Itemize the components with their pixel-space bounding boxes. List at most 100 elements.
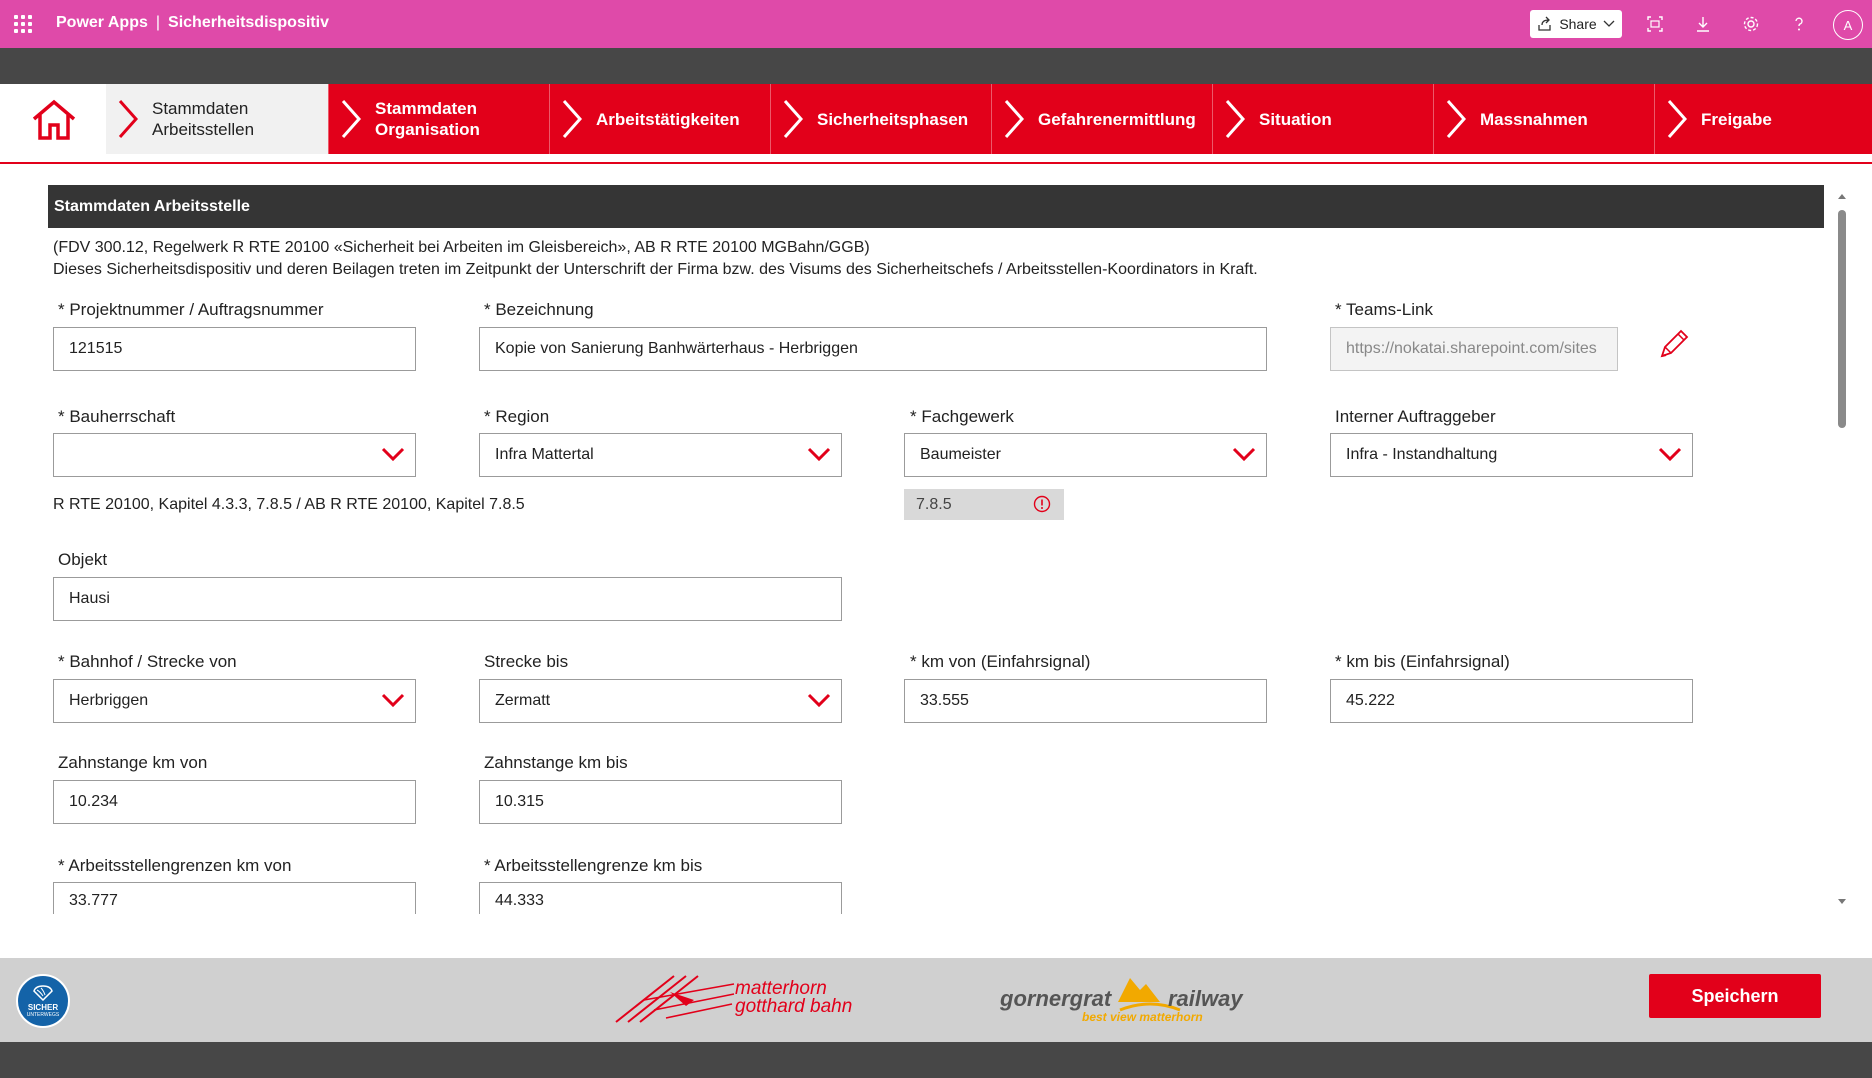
app-document-title: Sicherheitsdispositiv (168, 14, 329, 31)
tab-label: Gefahrenermittlung (1038, 109, 1196, 129)
arbeitsstellengrenze-bis-label: * Arbeitsstellengrenze km bis (484, 856, 703, 875)
zahnstange-von-input[interactable]: 10.234 (53, 780, 416, 824)
tab-gefahrenermittlung[interactable]: Gefahrenermittlung (991, 84, 1212, 154)
km-bis-label: * km bis (Einfahrsignal) (1335, 652, 1510, 671)
km-von-label: * km von (Einfahrsignal) (910, 652, 1091, 671)
interner-auftraggeber-dropdown[interactable]: Infra - Instandhaltung (1330, 433, 1693, 477)
tab-freigabe[interactable]: Freigabe (1654, 84, 1872, 154)
teams-link-input: https://nokatai.sharepoint.com/sites (1330, 327, 1618, 371)
tab-label-line1: Stammdaten (152, 99, 249, 118)
chevron-down-icon (807, 447, 831, 462)
warning-circle-icon (1033, 495, 1051, 513)
chapter-value: 7.8.5 (916, 495, 952, 513)
ggb-logo-tagline: best view matterhorn (1082, 1010, 1203, 1024)
region-label: * Region (484, 407, 550, 426)
app-canvas: Stammdaten Arbeitsstellen Stammdaten Organ… (0, 84, 1872, 1042)
fachgewerk-value: Baumeister (920, 446, 1001, 463)
bauherrschaft-dropdown[interactable] (53, 433, 416, 477)
chevron-right-icon (1004, 100, 1025, 138)
chevron-down-icon (1658, 447, 1682, 462)
teams-link-label: * Teams-Link (1335, 300, 1433, 319)
tab-massnahmen[interactable]: Massnahmen (1433, 84, 1654, 154)
chevron-down-icon (1603, 20, 1615, 27)
sicher-logo-text-2: UNTERWEGS (26, 1012, 60, 1018)
chevron-down-icon (381, 693, 405, 708)
ggb-logo-word-2: railway (1168, 986, 1243, 1011)
tab-label: Situation (1259, 109, 1332, 129)
projektnummer-label: * Projektnummer / Auftragsnummer (58, 300, 324, 319)
settings-gear-icon[interactable] (1739, 12, 1763, 36)
mgb-logo-line-2: gotthard bahn (735, 996, 853, 1017)
chevron-right-icon (1225, 100, 1246, 138)
home-button[interactable] (28, 96, 80, 144)
share-label: Share (1559, 16, 1597, 32)
save-button[interactable]: Speichern (1649, 974, 1821, 1018)
scroll-down-arrow-icon[interactable] (1836, 896, 1848, 908)
title-separator: | (155, 14, 161, 31)
chevron-right-icon (341, 100, 362, 138)
app-title: Power Apps | Sicherheitsdispositiv (56, 14, 329, 32)
bezeichnung-input[interactable]: Kopie von Sanierung Banhwärterhaus - Her… (479, 327, 1267, 371)
tab-arbeitstaetigkeiten[interactable]: Arbeitstätigkeiten (549, 84, 770, 154)
tab-sicherheitsphasen[interactable]: Sicherheitsphasen (770, 84, 991, 154)
region-dropdown[interactable]: Infra Mattertal (479, 433, 842, 477)
home-icon (32, 99, 76, 140)
zahnstange-bis-input[interactable]: 10.315 (479, 780, 842, 824)
strecke-bis-dropdown[interactable]: Zermatt (479, 679, 842, 723)
bahnhof-von-value: Herbriggen (69, 692, 149, 709)
arbeitsstellengrenzen-von-input[interactable]: 33.777 (53, 882, 416, 914)
chevron-right-icon (562, 100, 583, 138)
app-launcher-icon[interactable] (14, 15, 32, 33)
mgb-logo-text: matterhorn gotthard bahn (735, 979, 853, 1017)
chevron-down-icon (807, 693, 831, 708)
footer-bar: SICHER UNTERWEGS matterhorn gotthard bah… (0, 958, 1872, 1042)
objekt-input[interactable]: Hausi (53, 577, 842, 621)
chevron-down-icon (381, 447, 405, 462)
bezeichnung-label: * Bezeichnung (484, 300, 594, 319)
km-bis-input[interactable]: 45.222 (1330, 679, 1693, 723)
chevron-right-icon (1446, 100, 1467, 138)
zahnstange-bis-label: Zahnstange km bis (484, 753, 628, 772)
download-icon[interactable] (1691, 12, 1715, 36)
tab-label: Arbeitstätigkeiten (596, 109, 740, 129)
fit-to-screen-icon[interactable] (1643, 12, 1667, 36)
bahnhof-von-dropdown[interactable]: Herbriggen (53, 679, 416, 723)
description-line-2: Dieses Sicherheitsdispositiv und deren B… (53, 261, 1258, 278)
chevron-down-icon (1232, 447, 1256, 462)
arbeitsstellengrenzen-von-label: * Arbeitsstellengrenzen km von (58, 856, 292, 875)
tab-label: Sicherheitsphasen (817, 109, 969, 129)
tab-label: Freigabe (1701, 109, 1772, 129)
user-avatar[interactable]: A (1833, 10, 1863, 40)
description-line-1: (FDV 300.12, Regelwerk R RTE 20100 «Sich… (53, 239, 870, 256)
app-header-bar: Power Apps | Sicherheitsdispositiv Share A (0, 0, 1872, 48)
step-navigation: Stammdaten Arbeitsstellen Stammdaten Organ… (0, 84, 1872, 154)
section-title: Stammdaten Arbeitsstelle (48, 185, 1824, 228)
app-name: Power Apps (56, 14, 148, 31)
interner-auftraggeber-label: Interner Auftraggeber (1335, 407, 1496, 426)
chevron-right-icon (1667, 100, 1688, 138)
share-icon (1538, 16, 1551, 31)
help-icon[interactable] (1787, 12, 1811, 36)
sicher-unterwegs-logo: SICHER UNTERWEGS (16, 974, 70, 1028)
edit-pencil-icon[interactable] (1656, 326, 1692, 362)
interner-auftraggeber-value: Infra - Instandhaltung (1346, 446, 1498, 463)
scrollbar-thumb[interactable] (1838, 210, 1846, 428)
tab-stammdaten-organisation[interactable]: Stammdaten Organisation (328, 84, 549, 154)
bahnhof-von-label: * Bahnhof / Strecke von (58, 652, 237, 671)
share-button[interactable]: Share (1530, 10, 1622, 38)
chevron-right-icon (118, 100, 139, 138)
arbeitsstellengrenze-bis-input[interactable]: 44.333 (479, 882, 842, 914)
tab-label: Massnahmen (1480, 109, 1588, 129)
projektnummer-input[interactable]: 121515 (53, 327, 416, 371)
scroll-up-arrow-icon[interactable] (1836, 190, 1848, 202)
zahnstange-von-label: Zahnstange km von (58, 753, 208, 772)
bauherrschaft-label: * Bauherrschaft (58, 407, 176, 426)
tab-situation[interactable]: Situation (1212, 84, 1433, 154)
fachgewerk-dropdown[interactable]: Baumeister (904, 433, 1267, 477)
fachgewerk-label: * Fachgewerk (910, 407, 1014, 426)
km-von-input[interactable]: 33.555 (904, 679, 1267, 723)
region-value: Infra Mattertal (495, 446, 594, 463)
tab-stammdaten-arbeitsstellen[interactable]: Stammdaten Arbeitsstellen (106, 84, 328, 154)
strecke-bis-label: Strecke bis (484, 652, 569, 671)
objekt-label: Objekt (58, 550, 108, 569)
